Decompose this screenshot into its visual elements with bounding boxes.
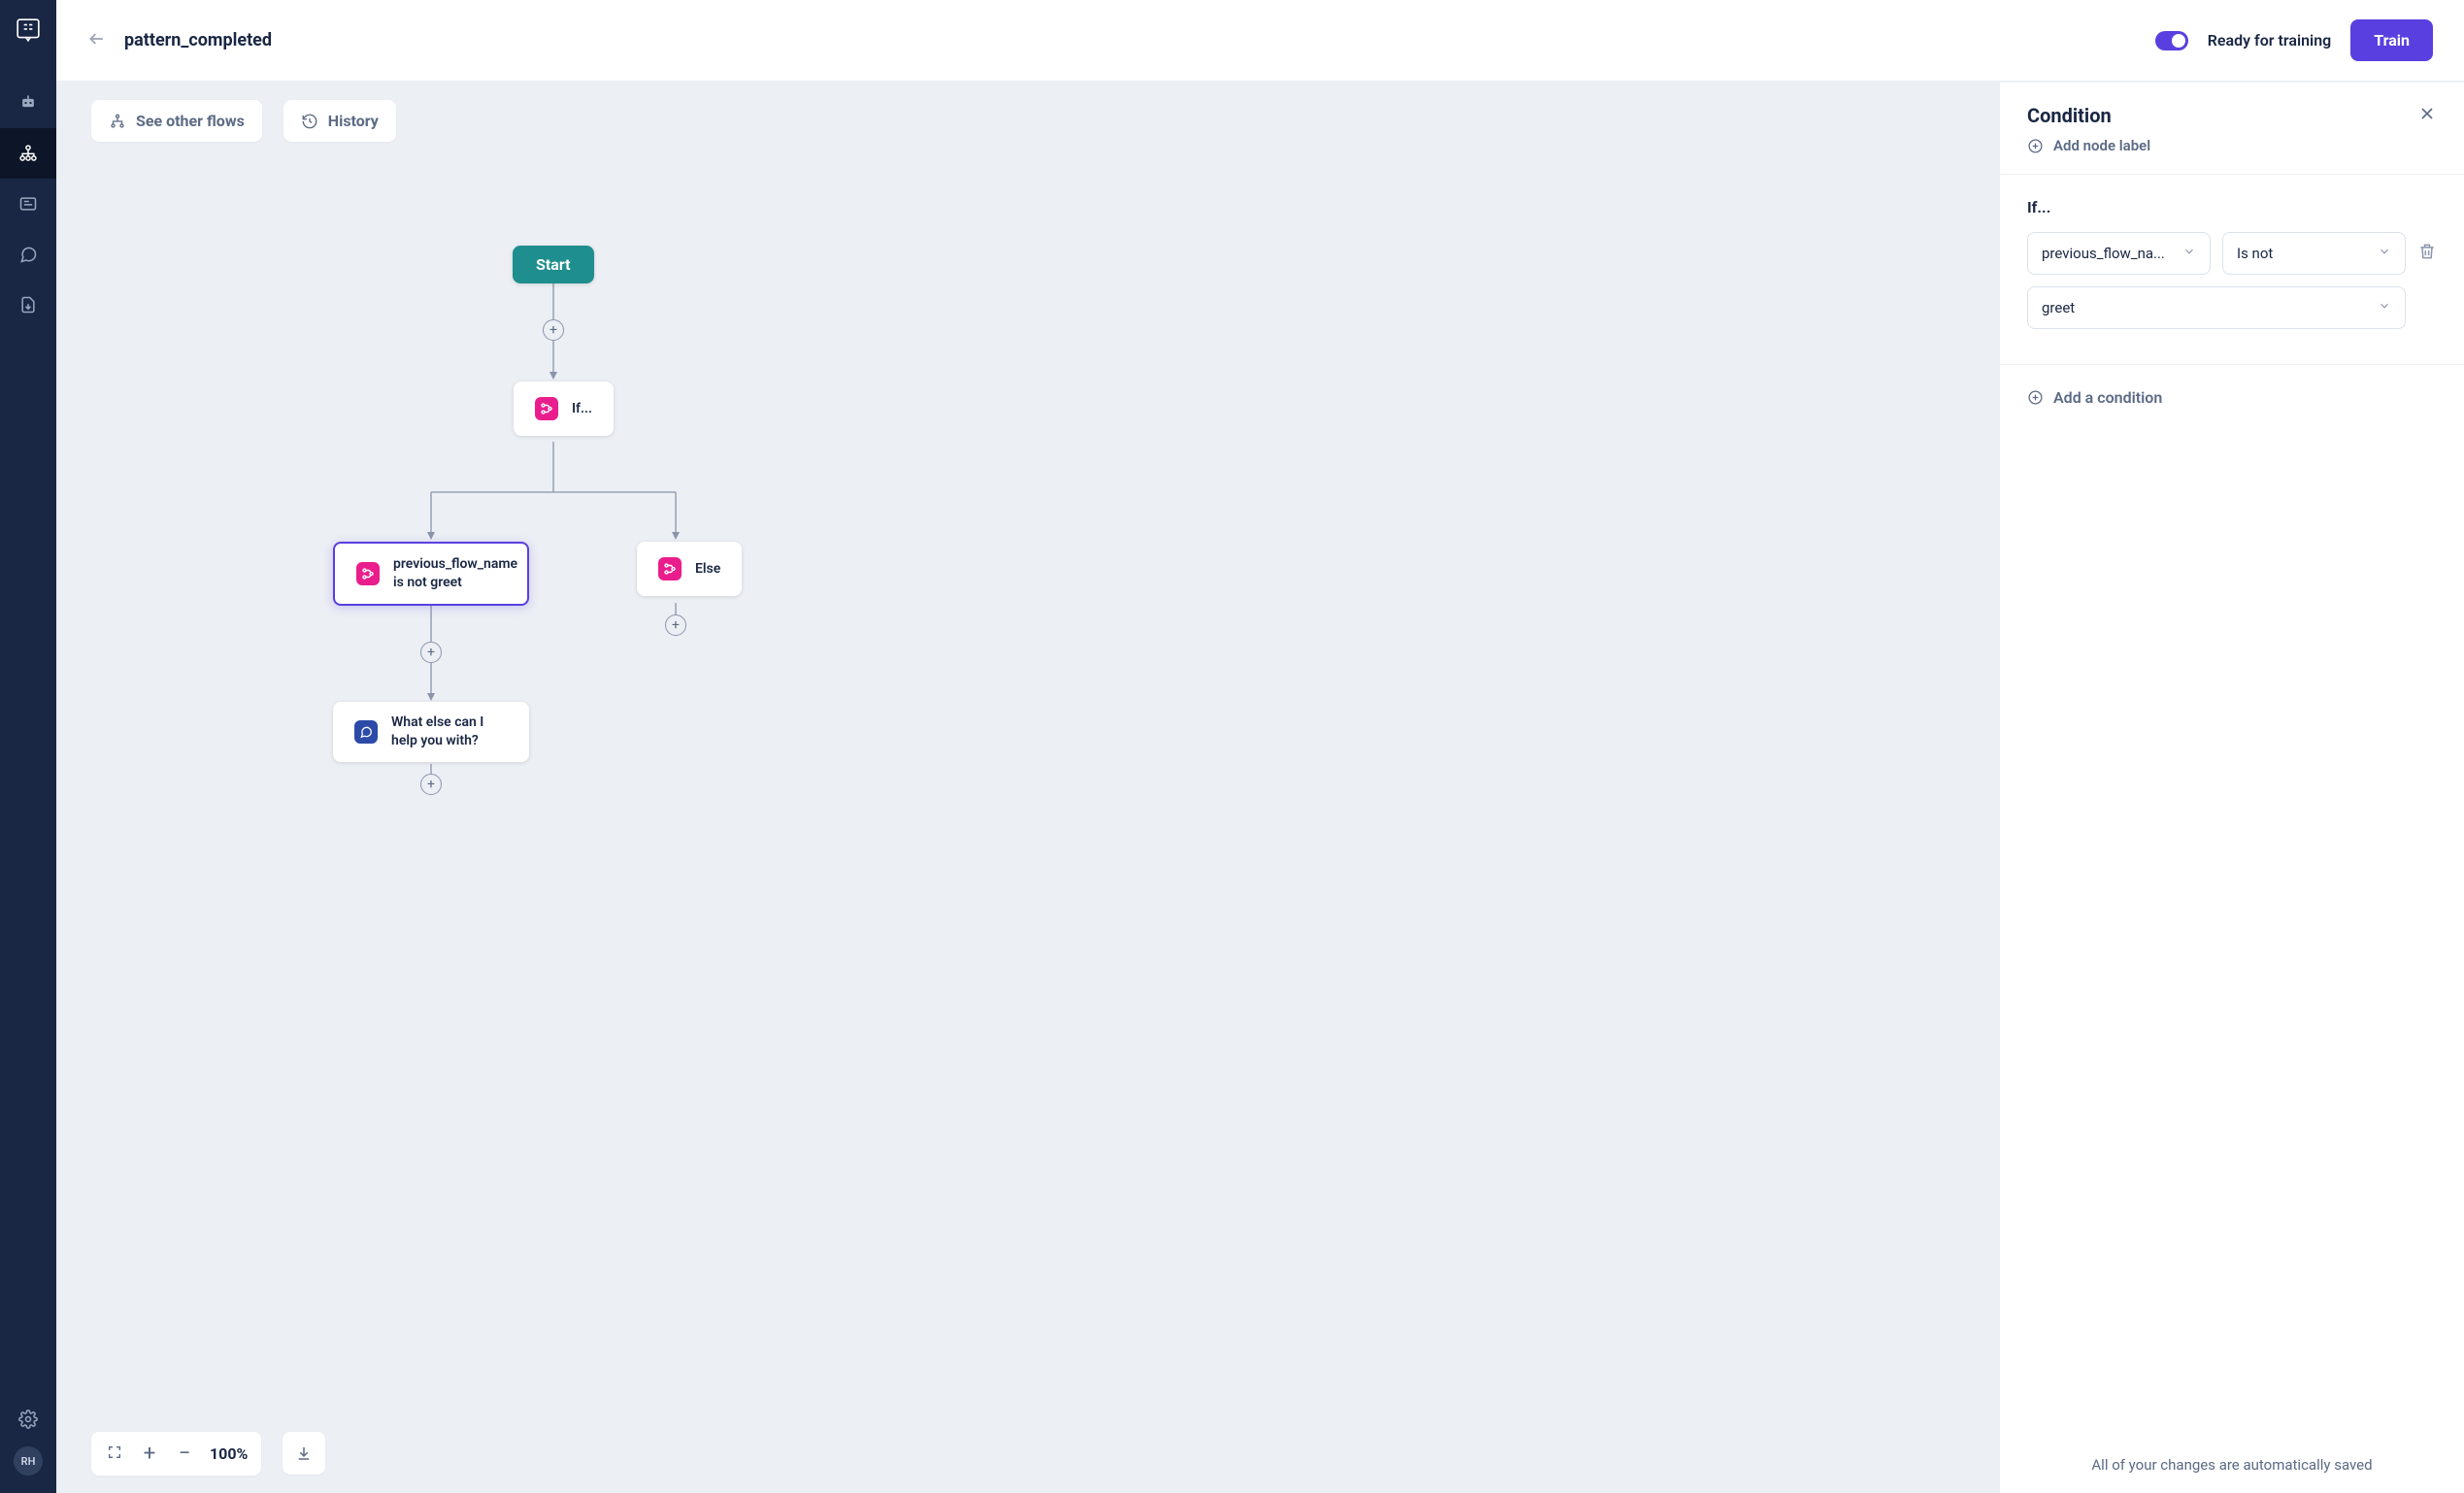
sidebar-item-bot[interactable] [0, 78, 56, 128]
download-button[interactable] [283, 1432, 325, 1475]
add-condition-button[interactable]: Add a condition [2000, 364, 2464, 430]
back-button[interactable] [87, 29, 107, 52]
chat-icon [354, 720, 378, 744]
condition-field-select[interactable]: previous_flow_na... [2027, 232, 2211, 275]
add-node-button[interactable]: + [543, 319, 564, 341]
if-heading: If... [2027, 198, 2437, 216]
condition-field-value: previous_flow_na... [2042, 245, 2165, 262]
close-panel-button[interactable] [2417, 104, 2437, 127]
chevron-down-icon [2182, 245, 2196, 262]
add-condition-label: Add a condition [2053, 388, 2162, 407]
chevron-down-icon [2378, 299, 2391, 316]
node-if-label: If... [572, 400, 592, 418]
panel-title: Condition [2027, 104, 2112, 127]
user-avatar[interactable]: RH [14, 1446, 43, 1476]
flow-title: pattern_completed [124, 30, 272, 50]
ready-label: Ready for training [2208, 31, 2332, 50]
sidebar-item-file[interactable] [0, 280, 56, 330]
flow-edges [56, 83, 1998, 1493]
branch-icon [535, 397, 558, 420]
condition-operator-value: Is not [2237, 245, 2273, 262]
details-panel: Condition Add node label If... previous_… [1998, 83, 2464, 1493]
node-start-label: Start [536, 255, 571, 274]
sidebar: RH [0, 0, 56, 1493]
sidebar-item-flows[interactable] [0, 128, 56, 179]
condition-operator-select[interactable]: Is not [2222, 232, 2406, 275]
add-node-button[interactable]: + [420, 642, 442, 663]
node-condition-true[interactable]: previous_flow_name is not greet [333, 542, 529, 606]
zoom-in-button[interactable]: + [140, 1442, 159, 1466]
zoom-controls: + − 100% [91, 1432, 261, 1476]
add-node-button[interactable]: + [420, 774, 442, 795]
node-condition-text: previous_flow_name is not greet [393, 555, 517, 592]
condition-value: greet [2042, 299, 2075, 316]
fit-view-button[interactable] [105, 1444, 124, 1464]
zoom-out-button[interactable]: − [175, 1442, 194, 1466]
canvas[interactable]: See other flows History [56, 83, 1998, 1493]
add-node-button[interactable]: + [665, 614, 686, 636]
chevron-down-icon [2378, 245, 2391, 262]
node-start[interactable]: Start [513, 246, 594, 283]
node-message-text: What else can I help you with? [391, 713, 508, 750]
zoom-level: 100% [210, 1444, 248, 1463]
sidebar-item-forms[interactable] [0, 179, 56, 229]
node-message[interactable]: What else can I help you with? [333, 702, 529, 762]
train-button[interactable]: Train [2350, 19, 2433, 61]
ready-toggle[interactable] [2155, 31, 2188, 50]
branch-icon [356, 562, 380, 585]
topbar: pattern_completed Ready for training Tra… [56, 0, 2464, 83]
sidebar-item-settings[interactable] [0, 1410, 56, 1429]
node-else-label: Else [695, 560, 720, 579]
node-else[interactable]: Else [637, 542, 742, 596]
node-if[interactable]: If... [514, 382, 614, 436]
add-node-label-text: Add node label [2053, 137, 2150, 154]
app-logo [16, 17, 41, 43]
condition-value-select[interactable]: greet [2027, 286, 2406, 329]
sidebar-item-chat[interactable] [0, 229, 56, 280]
delete-condition-button[interactable] [2417, 242, 2437, 265]
branch-icon [658, 557, 682, 581]
autosave-notice: All of your changes are automatically sa… [2000, 1437, 2464, 1493]
add-node-label-button[interactable]: Add node label [2000, 137, 2464, 174]
